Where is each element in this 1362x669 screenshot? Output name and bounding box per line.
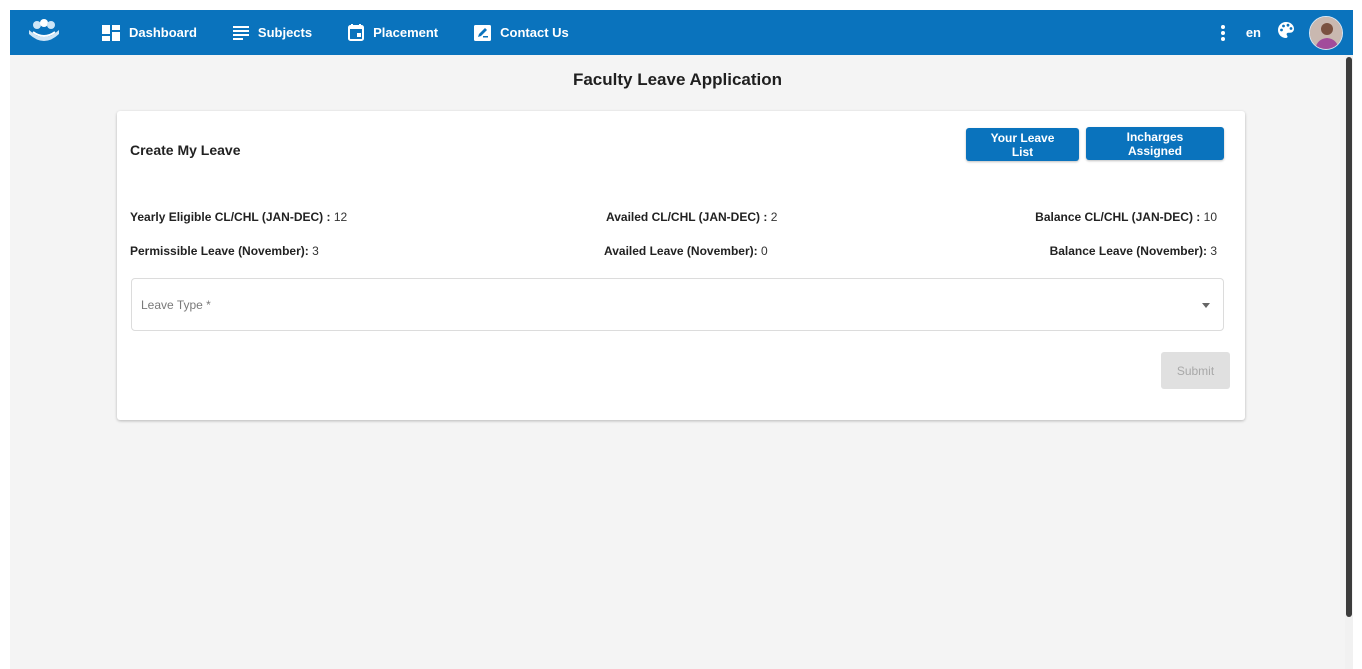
edit-icon <box>474 24 492 41</box>
leave-form-card: Create My Leave Your Leave List Incharge… <box>117 111 1245 420</box>
stat-yearly-eligible: Yearly Eligible CL/CHL (JAN-DEC) : 12 <box>130 210 347 224</box>
stat-balance-cl: Balance CL/CHL (JAN-DEC) : 10 <box>1035 210 1217 224</box>
stat-availed-leave: Availed Leave (November): 0 <box>604 244 768 258</box>
stat-value: 0 <box>760 244 768 258</box>
stat-value: 2 <box>770 210 778 224</box>
nav-item-dashboard[interactable]: Dashboard <box>102 24 197 41</box>
nav-item-label: Contact Us <box>500 25 569 40</box>
calendar-icon <box>348 24 365 41</box>
scrollbar-thumb[interactable] <box>1346 57 1352 617</box>
avatar[interactable] <box>1309 15 1343 50</box>
stat-value: 3 <box>1210 244 1217 258</box>
nav-item-contact-us[interactable]: Contact Us <box>474 24 569 41</box>
palette-icon[interactable] <box>1277 21 1295 44</box>
stat-label: Permissible Leave (November): <box>130 244 309 258</box>
nav-item-placement[interactable]: Placement <box>348 24 438 41</box>
dashboard-icon <box>102 24 120 41</box>
list-icon <box>232 25 249 40</box>
nav-item-label: Dashboard <box>129 25 197 40</box>
main-nav: Dashboard Subjects Placement Contact Us <box>102 10 605 55</box>
more-menu-icon[interactable] <box>1214 23 1232 43</box>
stat-availed-cl: Availed CL/CHL (JAN-DEC) : 2 <box>606 210 777 224</box>
top-navbar: Dashboard Subjects Placement Contact Us … <box>10 10 1353 55</box>
your-leave-list-button[interactable]: Your Leave List <box>966 128 1079 161</box>
toolbar-right: en <box>1214 10 1343 55</box>
card-title: Create My Leave <box>130 142 241 158</box>
app-frame: Dashboard Subjects Placement Contact Us … <box>10 10 1353 669</box>
stat-value: 12 <box>333 210 348 224</box>
nav-item-subjects[interactable]: Subjects <box>232 25 313 40</box>
stat-label: Balance CL/CHL (JAN-DEC) : <box>1035 210 1201 224</box>
submit-button[interactable]: Submit <box>1161 352 1230 389</box>
stat-value: 3 <box>312 244 319 258</box>
page-title: Faculty Leave Application <box>572 70 783 89</box>
stat-label: Availed CL/CHL (JAN-DEC) : <box>606 210 768 224</box>
stat-label: Availed Leave (November): <box>604 244 758 258</box>
leave-type-label: Leave Type * <box>141 298 211 312</box>
leave-type-select[interactable]: Leave Type * <box>131 278 1224 331</box>
stat-value: 10 <box>1203 210 1217 224</box>
stat-label: Balance Leave (November): <box>1049 244 1207 258</box>
scrollbar[interactable] <box>1345 55 1353 669</box>
dropdown-arrow-icon <box>1202 303 1210 308</box>
stat-label: Yearly Eligible CL/CHL (JAN-DEC) : <box>130 210 331 224</box>
nav-item-label: Placement <box>373 25 439 40</box>
stat-permissible-leave: Permissible Leave (November): 3 <box>130 244 319 258</box>
stat-balance-leave: Balance Leave (November): 3 <box>1050 244 1217 258</box>
nav-item-label: Subjects <box>257 25 313 40</box>
language-selector[interactable]: en <box>1246 25 1261 40</box>
logo-icon[interactable] <box>26 18 62 46</box>
incharges-assigned-button[interactable]: Incharges Assigned <box>1086 127 1224 160</box>
